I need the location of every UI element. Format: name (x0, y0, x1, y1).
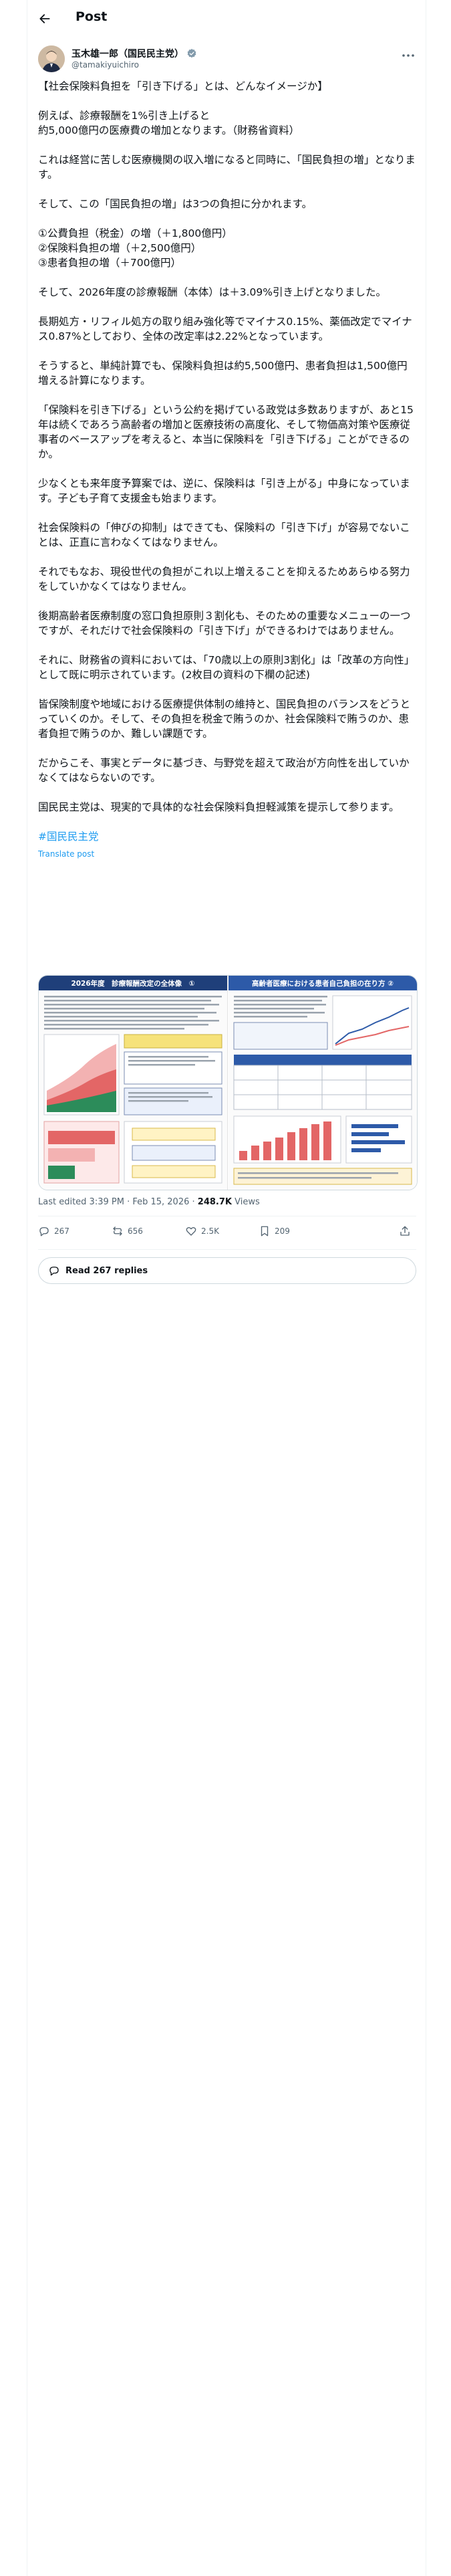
hashtag-link[interactable]: #国民民主党 (38, 829, 416, 844)
share-icon (400, 1226, 410, 1236)
share-button[interactable] (399, 1225, 411, 1237)
views-label: Views (231, 1197, 260, 1207)
reply-icon (39, 1227, 49, 1237)
repost-count: 656 (128, 1226, 143, 1236)
post-timestamp[interactable]: Last edited 3:39 PM · Feb 15, 2026 · (38, 1197, 198, 1207)
heart-icon (186, 1226, 196, 1236)
post-paragraph: 少なくとも来年度予算案では、逆に、保険料は「引き上がる」中身になっています。子ど… (38, 477, 410, 504)
reply-bubble-icon (49, 1267, 59, 1276)
post-paragraph: だからこそ、事実とデータに基づき、与野党を超えて政治が方向性を出していかなくては… (38, 757, 410, 784)
like-count: 2.5K (201, 1226, 219, 1236)
post-media[interactable]: 2026年度 診療報酬改定の全体像 ① 高齢者医療における患者自己負担の在り方 … (38, 975, 418, 1190)
post-paragraph: そうすると、単純計算でも、保険料負担は約5,500億円、患者負担は1,500億円… (38, 360, 408, 387)
post-paragraph: 長期処方・リフィル処方の取り組み強化等でマイナス0.15%、薬価改定でマイナス0… (38, 316, 412, 342)
post-paragraph: 皆保険制度や地域における医療提供体制の維持と、国民負担のバランスをどうとっていく… (38, 698, 411, 740)
post-paragraph: それでもなお、現役世代の負担がこれ以上増えることを抑えるためあらゆる努力をしてい… (38, 566, 410, 593)
post-paragraph: そして、2026年度の診療報酬（本体）は＋3.09%引き上げとなりました。 (38, 286, 386, 298)
bookmark-button[interactable]: 209 (259, 1225, 290, 1237)
post-paragraph: 例えば、診療報酬を1%引き上げると 約5,000億円の医療費の増加となります。（… (38, 110, 300, 136)
post-paragraph: これは経営に苦しむ医療機関の収入増になると同時に、「国民負担の増」となります。 (38, 154, 416, 181)
media-image-1-title: 2026年度 診療報酬改定の全体像 ① (39, 976, 227, 990)
post-paragraph: 「保険料を引き下げる」という公約を掲げている政党は多数ありますが、あと15年は続… (38, 404, 414, 460)
post-paragraph: 国民民主党は、現実的で具体的な社会保険料負担軽減策を提示して参ります。 (38, 801, 400, 813)
post-author: 玉木雄一郎（国民民主党） @tamakiyuichiro (38, 45, 416, 75)
main-column: Post 玉木雄一郎（国民民主党） @tamakiyuichiro 【社会保険料… (27, 0, 426, 2576)
author-handle[interactable]: @tamakiyuichiro (71, 60, 139, 70)
translate-post-link[interactable]: Translate post (38, 847, 416, 861)
post-body: 【社会保険料負担を「引き下げる」とは、どんなイメージか】 例えば、診療報酬を1%… (38, 79, 416, 861)
verified-badge-icon (187, 49, 196, 58)
back-button[interactable] (34, 8, 55, 29)
repost-button[interactable]: 656 (112, 1225, 143, 1237)
media-image-1[interactable]: 2026年度 診療報酬改定の全体像 ① (39, 976, 228, 1190)
repost-icon (113, 1226, 122, 1236)
author-display-name[interactable]: 玉木雄一郎（国民民主党） (71, 47, 184, 60)
post-meta: Last edited 3:39 PM · Feb 15, 2026 · 248… (38, 1197, 260, 1207)
action-bar: 267 656 2.5K 209 (38, 1221, 416, 1245)
post-paragraph: ①公費負担（税金）の増（＋1,800億円） ②保険料負担の増（＋2,500億円）… (38, 227, 233, 269)
bookmark-count: 209 (275, 1226, 290, 1236)
read-replies-label: Read 267 replies (65, 1265, 148, 1276)
more-options-icon[interactable] (400, 49, 416, 62)
post-paragraph: 社会保険料の「伸びの抑制」はできても、保険料の「引き下げ」が容易でないことは、正… (38, 522, 410, 548)
post-paragraph: 【社会保険料負担を「引き下げる」とは、どんなイメージか】 (38, 80, 328, 92)
document-page-graphic (233, 995, 412, 1185)
post-paragraph: そして、この「国民負担の増」は3つの負担に分かれます。 (38, 198, 313, 210)
post-paragraph: 後期高齢者医療制度の窓口負担原則３割化も、そのための重要なメニューの一つですが、… (38, 610, 411, 637)
arrow-left-icon (39, 14, 50, 23)
views-count: 248.7K (197, 1197, 232, 1207)
reply-button[interactable]: 267 (38, 1225, 69, 1237)
like-button[interactable]: 2.5K (185, 1225, 219, 1237)
divider (38, 1249, 416, 1250)
avatar[interactable] (38, 45, 65, 72)
reply-count: 267 (54, 1226, 69, 1236)
media-image-2[interactable]: 高齢者医療における患者自己負担の在り方 ② (229, 976, 417, 1190)
media-image-2-title: 高齢者医療における患者自己負担の在り方 ② (229, 976, 417, 990)
page-header: Post (27, 0, 426, 37)
bookmark-icon (261, 1226, 269, 1237)
post-paragraph: それに、財務省の資料においては、「70歳以上の原則3割化」は「改革の方向性」とし… (38, 654, 415, 681)
document-page-graphic (43, 996, 222, 1184)
read-replies-button[interactable]: Read 267 replies (38, 1257, 416, 1284)
page-title: Post (76, 9, 108, 24)
